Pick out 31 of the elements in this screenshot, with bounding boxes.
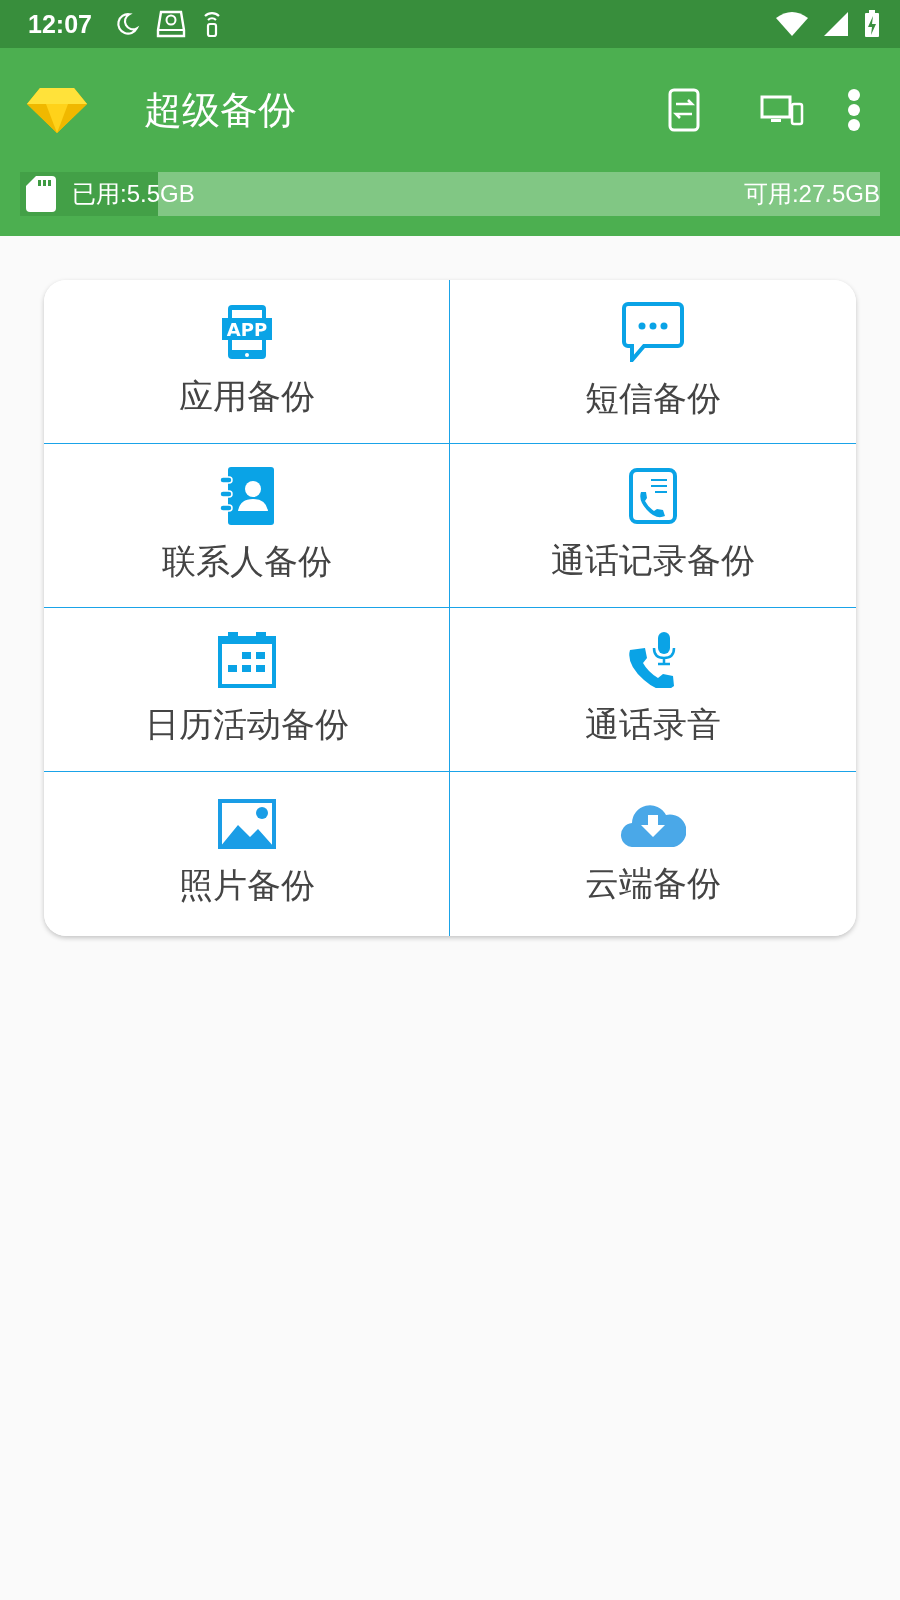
wifi-icon	[776, 12, 808, 36]
option-label: 短信备份	[585, 376, 721, 420]
diamond-icon	[26, 86, 88, 134]
call-log-icon	[629, 467, 677, 524]
backup-option[interactable]: 云端备份	[450, 772, 856, 936]
backup-option[interactable]: 联系人备份	[44, 444, 450, 608]
app-title: 超级备份	[144, 86, 296, 134]
backup-option[interactable]: 短信备份	[450, 280, 856, 444]
battery-icon	[864, 10, 880, 38]
status-time: 12:07	[28, 9, 92, 39]
contact-book-icon	[219, 466, 274, 525]
chat-bubble-icon	[622, 301, 684, 362]
signal-icon	[824, 12, 848, 36]
free-storage-label: 可用:27.5GB	[743, 179, 880, 209]
option-label: 日历活动备份	[144, 702, 349, 746]
option-label: 联系人备份	[161, 539, 332, 583]
calendar-icon	[217, 631, 276, 688]
used-storage-label: 已用:5.5GB	[72, 179, 195, 209]
option-label: 通话记录备份	[551, 538, 755, 582]
backup-option[interactable]: 日历活动备份	[44, 608, 450, 772]
drive-icon	[155, 10, 186, 38]
backup-option[interactable]: APP 应用备份	[44, 280, 450, 444]
backup-option[interactable]: 通话录音	[450, 608, 856, 772]
option-label: 通话录音	[585, 702, 721, 746]
sd-card-icon	[26, 176, 56, 212]
option-label: 照片备份	[178, 864, 315, 907]
option-label: 应用备份	[178, 374, 315, 418]
image-icon	[217, 799, 276, 849]
backup-option[interactable]: 通话记录备份	[450, 444, 856, 608]
option-label: 云端备份	[585, 862, 721, 905]
backup-option[interactable]: 照片备份	[44, 772, 450, 936]
